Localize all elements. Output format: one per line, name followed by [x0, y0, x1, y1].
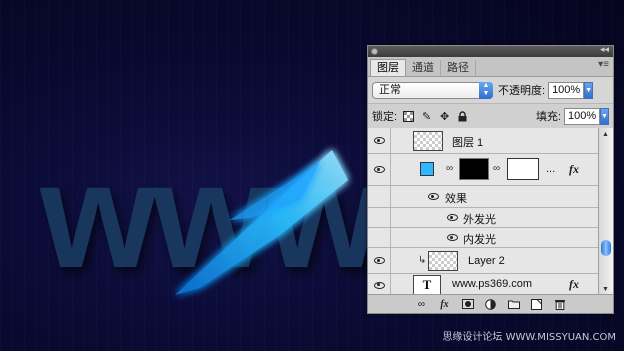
scroll-up-arrow-icon[interactable]: ▲ [602, 131, 609, 138]
effects-header-row[interactable]: 效果 [368, 186, 598, 208]
fx-icon[interactable]: fx [438, 298, 452, 310]
layers-panel: ◂◂ 图层 通道 路径 ▾≡ 正常 ▲ ▼ 不透明度: 100% ▼ 锁定: ✎ … [367, 44, 614, 314]
lock-all-padlock-icon[interactable] [456, 110, 469, 123]
layer-thumbnail [413, 131, 443, 151]
lock-position-move-icon[interactable]: ✥ [438, 110, 451, 123]
tab-channels[interactable]: 通道 [406, 60, 441, 76]
layer-thumbnail [428, 251, 458, 271]
blend-opacity-row: 正常 ▲ ▼ 不透明度: 100% ▼ [368, 77, 613, 103]
empty-eye-cell [368, 186, 391, 207]
lock-transparency-icon[interactable] [402, 110, 415, 123]
tab-layers[interactable]: 图层 [370, 59, 406, 76]
layer-name: www.ps369.com [452, 278, 533, 290]
blend-mode-value: 正常 [379, 83, 401, 96]
trash-icon[interactable] [553, 298, 567, 310]
layer-name: Layer 2 [468, 255, 505, 267]
link-chain-icon[interactable]: ∞ [493, 163, 500, 174]
layer-name: 图层 1 [452, 137, 484, 149]
effect-row-inner-glow[interactable]: 内发光 [368, 228, 598, 248]
empty-eye-cell [368, 208, 391, 227]
shape-color-swatch[interactable] [420, 162, 434, 176]
fx-icon[interactable]: fx [569, 277, 579, 292]
visibility-eye-icon[interactable] [368, 154, 391, 185]
opacity-dropdown-icon[interactable]: ▼ [584, 81, 594, 99]
blend-mode-select[interactable]: 正常 ▲ ▼ [372, 81, 493, 99]
visibility-eye-icon[interactable] [447, 214, 458, 221]
link-chain-icon[interactable]: ∞ [446, 163, 453, 174]
scrollbar-thumb[interactable] [601, 240, 611, 256]
text-layer-thumbnail: T [413, 275, 441, 295]
layer-name: ... [546, 163, 556, 175]
layer-row-layer2[interactable]: ↳ Layer 2 [368, 248, 598, 274]
blue-glow-streak [175, 150, 348, 295]
opacity-field[interactable]: 100% [548, 81, 585, 99]
effect-name: 外发光 [463, 214, 496, 226]
lock-pixels-brush-icon[interactable]: ✎ [420, 110, 433, 123]
visibility-eye-icon[interactable] [368, 274, 391, 296]
fx-icon[interactable]: fx [569, 162, 579, 177]
layer-row-layer1[interactable]: 图层 1 [368, 128, 598, 154]
panel-tabs: 图层 通道 路径 ▾≡ [368, 57, 613, 77]
layer-thumbnail-black[interactable] [459, 158, 489, 180]
fill-dropdown-icon[interactable]: ▼ [600, 107, 609, 125]
clipping-arrow-icon: ↳ [418, 255, 427, 266]
layer-row-text[interactable]: T www.ps369.com fx [368, 274, 598, 296]
layers-list: 图层 1 ∞ ∞ ... fx 效果 外发光 内发光 ↳ Layer 2 T w… [368, 128, 598, 296]
panel-bottom-toolbar: ∞ fx [368, 294, 613, 313]
layers-scrollbar[interactable]: ▲ ▼ [598, 128, 613, 296]
site-watermark: 思缘设计论坛 WWW.MISSYUAN.COM [442, 332, 616, 343]
lock-label: 锁定: [372, 111, 398, 123]
lock-fill-row: 锁定: ✎ ✥ 填充: 100% ▼ [368, 103, 613, 129]
group-folder-icon[interactable] [507, 298, 521, 310]
layer-row-shape[interactable]: ∞ ∞ ... fx [368, 154, 598, 186]
scroll-down-arrow-icon[interactable]: ▼ [602, 286, 609, 293]
panel-titlebar[interactable]: ◂◂ [368, 44, 613, 57]
tab-paths[interactable]: 路径 [441, 60, 476, 76]
vector-mask-thumbnail[interactable] [507, 158, 539, 180]
visibility-eye-icon[interactable] [368, 248, 391, 273]
fill-label: 填充: [535, 111, 561, 123]
mask-icon[interactable] [461, 298, 475, 310]
effects-label: 效果 [445, 193, 467, 205]
updown-arrows-icon: ▲ ▼ [479, 81, 493, 99]
close-icon[interactable] [371, 48, 378, 55]
effect-name: 内发光 [463, 234, 496, 246]
panel-menu-icon[interactable]: ▾≡ [598, 59, 609, 70]
adjustment-icon[interactable] [484, 298, 498, 310]
link-icon[interactable]: ∞ [415, 298, 429, 310]
effect-row-outer-glow[interactable]: 外发光 [368, 208, 598, 228]
collapse-icon[interactable]: ◂◂ [600, 44, 609, 55]
opacity-label: 不透明度: [498, 85, 546, 97]
visibility-eye-icon[interactable] [368, 128, 391, 153]
visibility-eye-icon[interactable] [428, 193, 439, 200]
new-layer-icon[interactable] [530, 298, 544, 310]
fill-field[interactable]: 100% [564, 107, 600, 125]
empty-eye-cell [368, 228, 391, 247]
visibility-eye-icon[interactable] [447, 234, 458, 241]
